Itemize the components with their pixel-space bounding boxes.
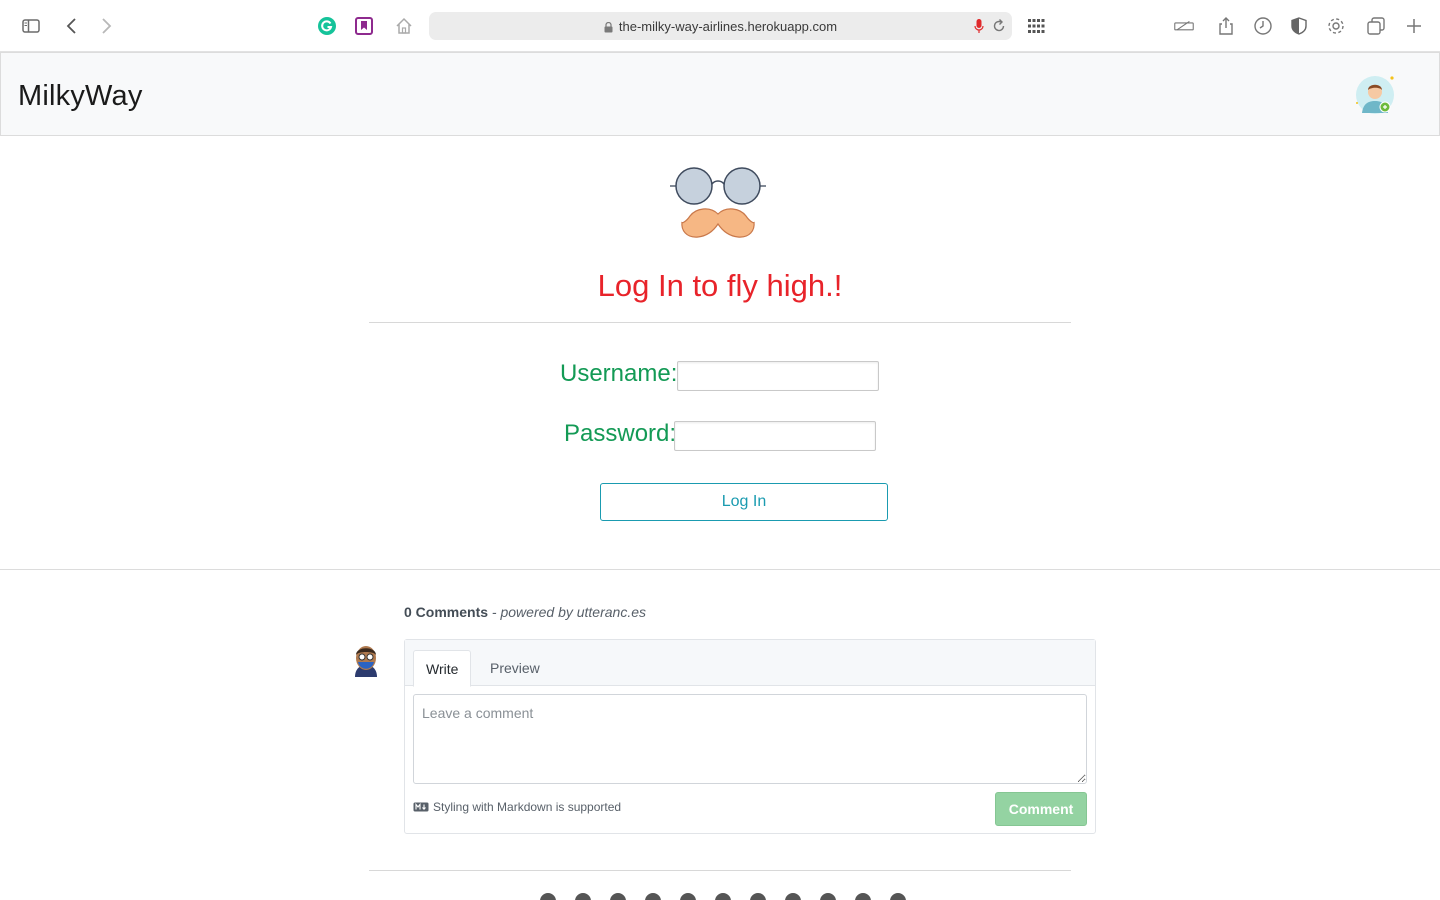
history-icon[interactable] (1251, 14, 1275, 38)
username-input[interactable] (677, 361, 879, 391)
reload-icon[interactable] (992, 18, 1006, 34)
comments-header: 0 Comments - powered by utteranc.es (404, 604, 646, 620)
back-icon[interactable] (60, 14, 84, 38)
comment-tabs: Write Preview (405, 640, 1095, 687)
markdown-note-text[interactable]: Styling with Markdown is supported (433, 800, 621, 814)
github-icon[interactable] (575, 893, 591, 900)
linkedin-icon[interactable] (645, 893, 661, 900)
address-bar[interactable]: the-milky-way-airlines.herokuapp.com (429, 12, 1012, 40)
link-icon[interactable] (540, 893, 556, 900)
powered-by-link[interactable]: - powered by utteranc.es (492, 604, 646, 620)
comment-textarea[interactable] (413, 694, 1087, 784)
login-heading: Log In to fly high.! (597, 268, 843, 303)
commenter-avatar-icon (355, 646, 377, 677)
new-tab-icon[interactable] (1402, 14, 1426, 38)
markdown-icon (413, 802, 429, 812)
password-label: Password: (564, 420, 677, 447)
spotify-icon[interactable] (855, 893, 871, 900)
brand-logo-text[interactable]: MilkyWay (18, 80, 143, 113)
grid-icon[interactable] (1024, 14, 1048, 38)
username-label: Username: (560, 360, 678, 387)
microphone-icon[interactable] (974, 18, 984, 34)
glasses-mustache-icon (670, 167, 766, 238)
footer-divider (369, 870, 1071, 871)
login-button[interactable]: Log In (600, 483, 888, 521)
tab-write[interactable]: Write (413, 650, 472, 687)
social-links (540, 893, 906, 900)
markdown-note: Styling with Markdown is supported (413, 800, 621, 814)
instagram-icon[interactable] (715, 893, 731, 900)
twitter-icon[interactable] (680, 893, 696, 900)
share-icon[interactable] (1214, 14, 1238, 38)
url-text: the-milky-way-airlines.herokuapp.com (618, 18, 838, 34)
section-divider (0, 569, 1440, 570)
tab-preview[interactable]: Preview (478, 650, 552, 686)
password-input[interactable] (674, 421, 876, 451)
browser-toolbar: the-milky-way-airlines.herokuapp.com (0, 0, 1440, 52)
shield-icon[interactable] (1287, 14, 1311, 38)
sidebar-icon[interactable] (19, 14, 43, 38)
comment-form: Write Preview Styling with Markdown is s… (404, 639, 1096, 834)
email-icon[interactable] (610, 893, 626, 900)
settings-icon[interactable] (1324, 14, 1348, 38)
stackoverflow-icon[interactable] (750, 893, 766, 900)
comment-submit-button[interactable]: Comment (995, 792, 1087, 826)
youtube-icon[interactable] (890, 893, 906, 900)
tabs-icon[interactable] (1364, 14, 1388, 38)
forward-icon[interactable] (94, 14, 118, 38)
home-icon[interactable] (392, 14, 416, 38)
lock-icon (604, 21, 613, 32)
grammarly-icon[interactable] (315, 14, 339, 38)
bookmark-extension-icon[interactable] (352, 14, 376, 38)
reader-icon[interactable] (1171, 14, 1197, 38)
divider (369, 322, 1071, 323)
site-navbar: MilkyWay (0, 52, 1440, 136)
comment-count: 0 Comments (404, 604, 489, 620)
dev-icon[interactable] (785, 893, 801, 900)
user-avatar-icon[interactable] (1355, 75, 1395, 115)
medium-icon[interactable] (820, 893, 836, 900)
